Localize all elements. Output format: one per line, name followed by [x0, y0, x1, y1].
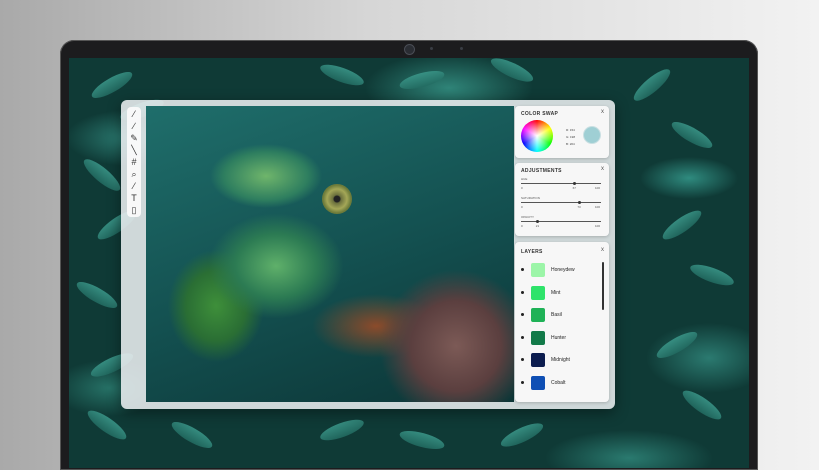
zoom-icon[interactable]: ⌕ — [128, 169, 140, 179]
layer-swatch — [531, 375, 545, 390]
sensor-dot — [430, 47, 433, 50]
layer-swatch — [531, 353, 545, 367]
layer-name: Honeydew — [551, 267, 575, 273]
brush-icon[interactable]: ∕ — [128, 121, 140, 131]
b-label: B: 204 — [566, 142, 575, 146]
panel-title: LAYERS — [521, 249, 543, 255]
color-swap-panel: COLOR SWAP x R: 154 G: 198 B: 204 — [515, 106, 609, 158]
layer-item[interactable]: Hunter — [519, 329, 597, 347]
close-icon[interactable]: x — [601, 247, 604, 253]
line-icon[interactable]: ╲ — [128, 145, 140, 155]
slider-value: 21 — [535, 224, 540, 228]
color-wheel[interactable] — [521, 120, 553, 152]
layer-name: Basil — [551, 312, 562, 318]
slider-max: 100 — [595, 186, 601, 190]
layer-name: Midnight — [551, 357, 570, 363]
panel-title: ADJUSTMENTS — [521, 168, 562, 174]
visibility-dot-icon[interactable] — [521, 313, 524, 316]
scrollbar[interactable] — [602, 262, 604, 310]
adjustments-panel: ADJUSTMENTS x HUE 0 67 100 SATURATION 0 73 100 O… — [515, 163, 609, 236]
visibility-dot-icon[interactable] — [521, 268, 524, 271]
slider-label: HUE — [521, 177, 528, 181]
visibility-dot-icon[interactable] — [521, 380, 524, 384]
r-label: R: 154 — [566, 128, 575, 132]
layer-swatch — [531, 263, 545, 277]
layer-item[interactable]: Basil — [519, 306, 597, 324]
chameleon-eye — [322, 184, 352, 214]
slider-knob[interactable] — [573, 182, 577, 185]
layer-item[interactable]: Honeydew — [519, 261, 597, 279]
layer-name: Mint — [551, 289, 561, 296]
layer-swatch — [531, 308, 545, 322]
slider-track[interactable] — [521, 220, 601, 223]
layer-item[interactable]: Cobalt — [519, 374, 597, 392]
g-label: G: 198 — [566, 135, 576, 139]
eraser-icon[interactable]: ▯ — [128, 205, 140, 215]
visibility-dot-icon[interactable] — [521, 290, 524, 294]
slider-max: 100 — [595, 224, 601, 228]
color-swatch[interactable] — [583, 126, 601, 144]
slider-track[interactable] — [521, 201, 601, 204]
layer-item[interactable]: Mint — [519, 284, 597, 302]
slider-track[interactable] — [521, 182, 601, 185]
text-icon[interactable]: T — [128, 193, 140, 203]
sensor-dot — [460, 47, 463, 50]
slider-value: 73 — [577, 205, 581, 209]
slider-min: 0 — [521, 205, 523, 209]
visibility-dot-icon[interactable] — [521, 358, 524, 361]
close-icon[interactable]: x — [601, 166, 604, 172]
slider-value: 67 — [572, 186, 576, 190]
panel-title: COLOR SWAP — [521, 111, 559, 117]
slider-label: SATURATION — [521, 196, 540, 200]
slider-knob[interactable] — [536, 220, 540, 223]
layer-swatch — [531, 285, 545, 300]
layer-name: Cobalt — [551, 379, 566, 386]
layer-item[interactable]: Midnight — [519, 351, 597, 369]
close-icon[interactable]: x — [601, 109, 604, 115]
slider-min: 0 — [521, 224, 523, 228]
pencil-icon[interactable]: ✎ — [128, 133, 140, 143]
webcam-icon — [404, 44, 415, 55]
slider-min: 0 — [521, 186, 523, 190]
dropper-icon[interactable]: ⁄ — [128, 181, 140, 191]
slider-knob[interactable] — [577, 201, 581, 204]
canvas-image[interactable] — [146, 106, 514, 402]
slider-max: 100 — [595, 205, 601, 209]
layer-name: Hunter — [551, 334, 567, 341]
tool-palette: ⁄ ∕ ✎ ╲ # ⌕ ⁄ T ▯ — [127, 107, 141, 217]
layer-swatch — [531, 330, 545, 345]
visibility-dot-icon[interactable] — [521, 335, 524, 339]
crop-icon[interactable]: # — [128, 157, 140, 167]
slider-label: OPACITY — [521, 215, 534, 219]
wand-icon[interactable]: ⁄ — [128, 109, 140, 119]
layers-panel: LAYERS x Honeydew Mint Basil Hunter Midnight… — [515, 242, 609, 402]
